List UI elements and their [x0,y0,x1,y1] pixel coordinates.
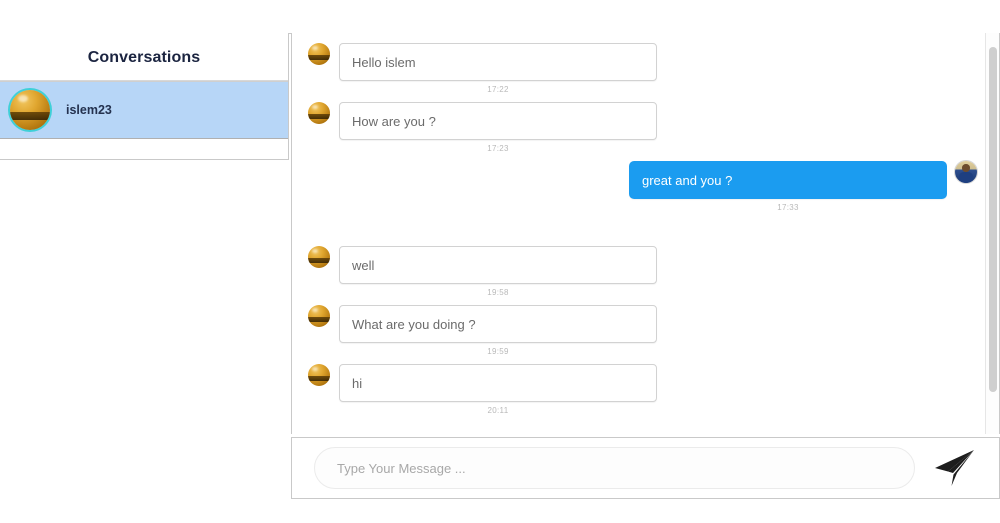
message-input[interactable] [314,447,915,489]
message-bubble-wrap: Hello islem 17:22 [330,43,657,101]
message-bubble-incoming[interactable]: hi [339,364,657,402]
message-text: well [352,257,375,273]
message-text: hi [352,375,363,391]
message-row: great and you ? 17:33 [292,161,987,219]
message-list: Hello islem 17:22 How are you ? 17:23 gr… [292,33,987,434]
sidebar-title: Conversations [87,49,201,66]
send-button[interactable] [923,442,985,494]
message-bubble-wrap: hi 20:11 [330,364,657,422]
message-bubble-wrap: great and you ? 17:33 [629,161,955,219]
message-text: What are you doing ? [352,316,476,332]
scrollbar-thumb[interactable] [989,47,997,392]
message-bubble-incoming[interactable]: How are you ? [339,102,657,140]
message-bubble-wrap: What are you doing ? 19:59 [330,305,657,363]
message-text: How are you ? [352,113,436,129]
conversation-avatar-icon [10,90,50,130]
message-row: What are you doing ? 19:59 [292,305,987,363]
conversation-name: islem23 [66,103,112,117]
message-timestamp: 17:23 [487,144,509,153]
message-row: How are you ? 17:23 [292,102,987,160]
paper-plane-icon [935,450,974,486]
message-bubble-wrap: How are you ? 17:23 [330,102,657,160]
message-timestamp: 20:11 [487,406,509,415]
message-bubble-outgoing[interactable]: great and you ? [629,161,947,199]
message-row: well 19:58 [292,246,987,304]
message-composer [291,437,1000,499]
conversation-list: islem23 [0,80,288,139]
message-bubble-incoming[interactable]: Hello islem [339,43,657,81]
message-row: Hello islem 17:22 [292,43,987,101]
message-bubble-incoming[interactable]: well [339,246,657,284]
message-timestamp: 17:33 [777,203,799,212]
message-text: Hello islem [352,54,416,70]
message-gap [292,220,987,246]
message-bubble-incoming[interactable]: What are you doing ? [339,305,657,343]
message-timestamp: 17:22 [487,85,509,94]
chat-application: Conversations islem23 Hello islem 17:22 [0,0,1000,523]
sidebar-item-islem23[interactable]: islem23 [0,81,288,139]
message-timestamp: 19:58 [487,288,509,297]
messages-scrollbar[interactable] [985,33,999,434]
message-timestamp: 19:59 [487,347,509,356]
message-avatar-icon [308,43,330,65]
message-text: great and you ? [642,172,733,188]
message-avatar-icon [308,246,330,268]
user-avatar-icon [955,161,977,183]
message-avatar-icon [308,102,330,124]
message-avatar-icon [308,364,330,386]
message-row: hi 20:11 [292,364,987,422]
conversations-sidebar: Conversations islem23 [0,33,289,160]
message-avatar-icon [308,305,330,327]
chat-panel: Hello islem 17:22 How are you ? 17:23 gr… [291,33,1000,434]
message-bubble-wrap: well 19:58 [330,246,657,304]
